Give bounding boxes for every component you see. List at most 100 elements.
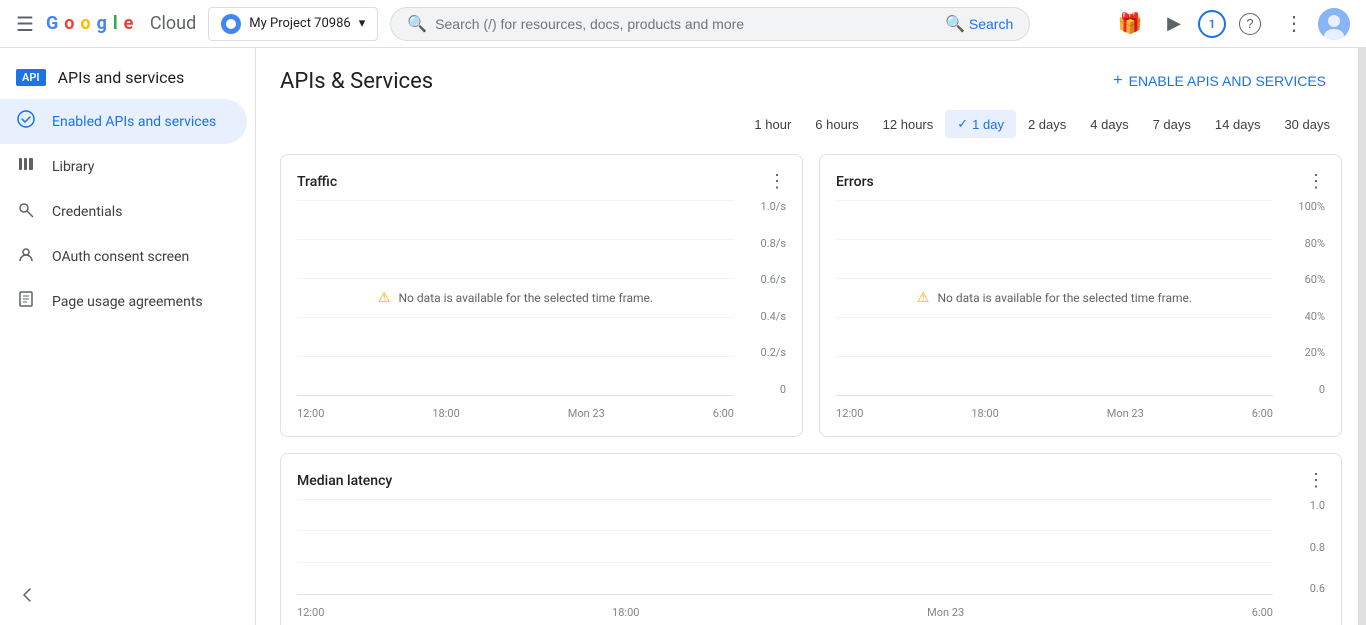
gridline bbox=[836, 356, 1273, 357]
traffic-x-axis: 12:00 18:00 Mon 23 6:00 bbox=[297, 403, 734, 420]
terminal-button[interactable]: ▶ bbox=[1154, 4, 1194, 44]
project-dot bbox=[221, 14, 241, 34]
median-latency-body: 1.0 0.8 0.6 12:00 18:00 Mon 23 6:00 bbox=[297, 499, 1325, 619]
search-icon-left: 🔍 bbox=[407, 14, 427, 33]
sidebar-title: APIs and services bbox=[58, 68, 185, 87]
gridline bbox=[836, 239, 1273, 240]
terminal-icon: ▶ bbox=[1167, 13, 1181, 34]
median-latency-header: Median latency ⋮ bbox=[297, 470, 1325, 491]
time-7days[interactable]: 7 days bbox=[1141, 111, 1203, 138]
traffic-chart-card: Traffic ⋮ ⚠ No data bbox=[280, 154, 803, 437]
sidebar-item-page-usage[interactable]: Page usage agreements bbox=[0, 279, 247, 324]
search-button-label: Search bbox=[969, 16, 1013, 32]
notification-count[interactable]: 1 bbox=[1198, 10, 1226, 38]
logo-o2: o bbox=[80, 13, 90, 34]
search-icon: 🔍 bbox=[945, 14, 965, 34]
errors-chart-card: Errors ⋮ ⚠ No data bbox=[819, 154, 1342, 437]
time-1day[interactable]: ✓ 1 day bbox=[945, 110, 1016, 138]
gridline bbox=[297, 356, 734, 357]
avatar[interactable] bbox=[1318, 8, 1350, 40]
sidebar-item-label: Enabled APIs and services bbox=[52, 114, 216, 130]
median-latency-chart-card: Median latency ⋮ 1.0 0.8 0.6 bbox=[280, 453, 1342, 625]
warning-icon: ⚠ bbox=[378, 290, 391, 306]
project-selector[interactable]: My Project 70986 ▾ bbox=[208, 7, 378, 41]
time-12hours[interactable]: 12 hours bbox=[871, 111, 946, 138]
sidebar: API APIs and services Enabled APIs and s… bbox=[0, 48, 256, 625]
gridline bbox=[836, 317, 1273, 318]
traffic-chart-header: Traffic ⋮ bbox=[297, 171, 786, 192]
errors-chart-body: ⚠ No data is available for the selected … bbox=[836, 200, 1325, 420]
sidebar-item-oauth[interactable]: OAuth consent screen bbox=[0, 234, 247, 279]
scrollbar[interactable] bbox=[1358, 48, 1366, 625]
sidebar-header: API APIs and services bbox=[0, 56, 255, 99]
page-usage-icon bbox=[16, 289, 36, 314]
gridline bbox=[297, 317, 734, 318]
traffic-chart-area: ⚠ No data is available for the selected … bbox=[297, 200, 734, 396]
gridline bbox=[297, 278, 734, 279]
sidebar-item-label: Page usage agreements bbox=[52, 294, 203, 310]
search-input[interactable] bbox=[435, 16, 937, 32]
sidebar-item-credentials[interactable]: Credentials bbox=[0, 189, 247, 234]
menu-icon[interactable]: ☰ bbox=[16, 12, 34, 36]
median-latency-gridlines bbox=[297, 499, 1273, 594]
gridline bbox=[297, 530, 1273, 531]
errors-chart-menu[interactable]: ⋮ bbox=[1307, 171, 1325, 192]
median-latency-y-axis: 1.0 0.8 0.6 bbox=[1277, 499, 1325, 595]
charts-grid: Traffic ⋮ ⚠ No data bbox=[256, 146, 1366, 453]
sidebar-item-label: OAuth consent screen bbox=[52, 249, 189, 265]
enabled-apis-icon bbox=[16, 109, 36, 134]
logo-cloud: Cloud bbox=[150, 13, 196, 34]
search-bar: 🔍 🔍 Search bbox=[390, 7, 1030, 41]
google-cloud-logo: Google Cloud bbox=[46, 13, 196, 34]
sidebar-item-library[interactable]: Library bbox=[0, 144, 247, 189]
content-area: APIs & Services + ENABLE APIS AND SERVIC… bbox=[256, 48, 1366, 625]
gridline bbox=[297, 499, 1273, 500]
median-latency-menu[interactable]: ⋮ bbox=[1307, 470, 1325, 491]
gridline bbox=[297, 200, 734, 201]
main-layout: API APIs and services Enabled APIs and s… bbox=[0, 48, 1366, 625]
errors-chart-title: Errors bbox=[836, 174, 874, 190]
time-1hour[interactable]: 1 hour bbox=[742, 111, 803, 138]
traffic-chart-title: Traffic bbox=[297, 174, 337, 190]
oauth-icon bbox=[16, 244, 36, 269]
time-4days[interactable]: 4 days bbox=[1078, 111, 1140, 138]
library-icon bbox=[16, 154, 36, 179]
bottom-charts: Median latency ⋮ 1.0 0.8 0.6 bbox=[256, 453, 1366, 625]
page-title: APIs & Services bbox=[280, 69, 433, 94]
content-header: APIs & Services + ENABLE APIS AND SERVIC… bbox=[256, 48, 1366, 98]
api-badge: API bbox=[16, 69, 46, 86]
median-latency-x-axis: 12:00 18:00 Mon 23 6:00 bbox=[297, 602, 1273, 619]
header-icons: 🎁 ▶ 1 ? ⋮ bbox=[1110, 4, 1350, 44]
gridline bbox=[836, 278, 1273, 279]
time-6hours[interactable]: 6 hours bbox=[803, 111, 870, 138]
time-14days[interactable]: 14 days bbox=[1203, 111, 1273, 138]
sidebar-collapse-button[interactable] bbox=[16, 585, 36, 609]
median-latency-area bbox=[297, 499, 1273, 595]
enable-apis-label: ENABLE APIS AND SERVICES bbox=[1129, 73, 1326, 89]
more-icon: ⋮ bbox=[1284, 11, 1304, 36]
traffic-chart-menu[interactable]: ⋮ bbox=[768, 171, 786, 192]
gift-button[interactable]: 🎁 bbox=[1110, 4, 1150, 44]
traffic-no-data-text: No data is available for the selected ti… bbox=[398, 291, 653, 305]
sidebar-item-enabled-apis[interactable]: Enabled APIs and services bbox=[0, 99, 247, 144]
traffic-y-axis: 1.0/s 0.8/s 0.6/s 0.4/s 0.2/s 0 bbox=[738, 200, 786, 396]
logo-g: G bbox=[46, 13, 58, 34]
top-header: ☰ Google Cloud My Project 70986 ▾ 🔍 🔍 Se… bbox=[0, 0, 1366, 48]
time-1day-label: 1 day bbox=[972, 117, 1004, 132]
help-button[interactable]: ? bbox=[1230, 4, 1270, 44]
sidebar-item-label: Credentials bbox=[52, 204, 122, 220]
logo-o1: o bbox=[64, 13, 74, 34]
errors-chart-area: ⚠ No data is available for the selected … bbox=[836, 200, 1273, 396]
gridline bbox=[297, 562, 1273, 563]
enable-apis-button[interactable]: + ENABLE APIS AND SERVICES bbox=[1097, 64, 1342, 98]
time-30days[interactable]: 30 days bbox=[1272, 111, 1342, 138]
search-button[interactable]: 🔍 Search bbox=[945, 14, 1013, 34]
traffic-no-data: ⚠ No data is available for the selected … bbox=[378, 290, 653, 306]
checkmark-icon: ✓ bbox=[957, 116, 968, 132]
gridline bbox=[297, 239, 734, 240]
project-name: My Project 70986 bbox=[249, 16, 350, 31]
errors-no-data: ⚠ No data is available for the selected … bbox=[917, 290, 1192, 306]
time-2days[interactable]: 2 days bbox=[1016, 111, 1078, 138]
notification-badge[interactable]: 1 bbox=[1198, 10, 1226, 38]
more-options-button[interactable]: ⋮ bbox=[1274, 4, 1314, 44]
